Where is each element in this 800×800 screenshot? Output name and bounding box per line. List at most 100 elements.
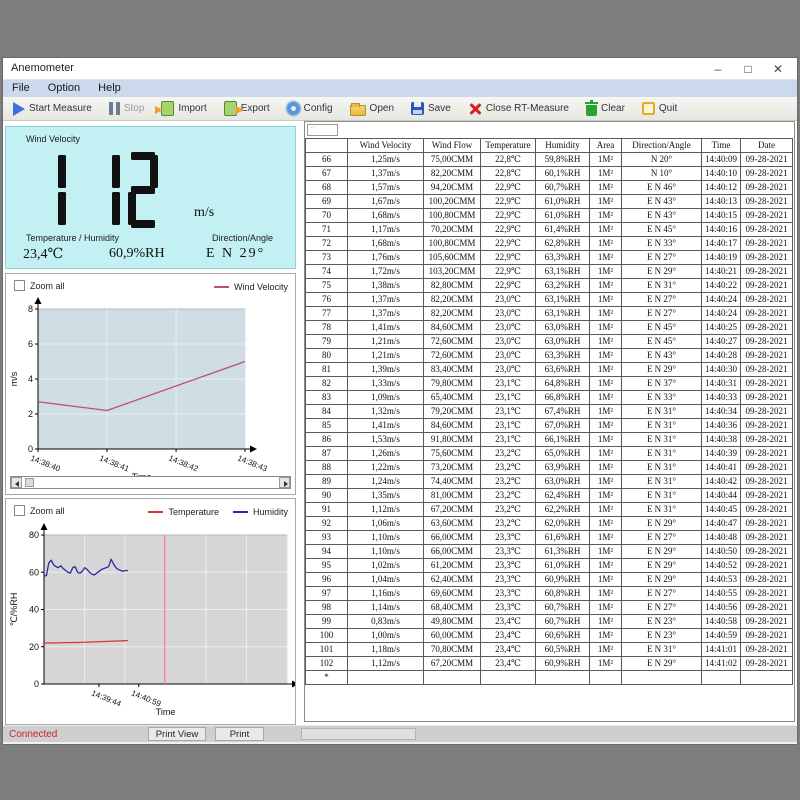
- data-cell: 09-28-2021: [741, 307, 793, 321]
- print-view-button[interactable]: Print View: [148, 727, 206, 741]
- data-cell: E N 29°: [622, 559, 702, 573]
- data-cell: 1M²: [590, 363, 622, 377]
- column-header-area[interactable]: Area: [590, 139, 622, 153]
- toolbar-button-stop[interactable]: Stop: [107, 99, 147, 119]
- row-number-cell: 82: [306, 377, 348, 391]
- pause-icon: [109, 102, 113, 115]
- client-area: Wind Velocity m/s Temperature / Humidity…: [3, 121, 797, 727]
- data-cell: 61,0%RH: [536, 559, 590, 573]
- svg-text:m/s: m/s: [9, 371, 19, 386]
- table-row: 921,06m/s63,60CMM23,2℃62,0%RH1M²E N 29°1…: [306, 517, 793, 531]
- toolbar-button-quit[interactable]: Quit: [640, 99, 679, 119]
- empty-cell: [590, 671, 622, 685]
- data-cell: 1,26m/s: [348, 447, 424, 461]
- data-cell: 09-28-2021: [741, 195, 793, 209]
- table-row: 881,22m/s73,20CMM23,2℃63,9%RH1M²E N 31°1…: [306, 461, 793, 475]
- data-cell: 1,21m/s: [348, 349, 424, 363]
- column-header-date[interactable]: Date: [741, 139, 793, 153]
- data-cell: 23,0℃: [481, 363, 536, 377]
- maximize-button[interactable]: □: [733, 58, 763, 80]
- data-cell: 09-28-2021: [741, 545, 793, 559]
- data-cell: E N 31°: [622, 419, 702, 433]
- data-cell: 74,40CMM: [424, 475, 481, 489]
- data-cell: 59,8%RH: [536, 153, 590, 167]
- svg-text:4: 4: [28, 374, 33, 384]
- data-cell: 1,25m/s: [348, 153, 424, 167]
- menu-item-help[interactable]: Help: [89, 80, 130, 97]
- data-cell: E N 45°: [622, 321, 702, 335]
- svg-text:14:38:40: 14:38:40: [29, 454, 62, 474]
- quit-icon: [642, 102, 655, 115]
- data-cell: 1,38m/s: [348, 279, 424, 293]
- data-cell: 22,9℃: [481, 265, 536, 279]
- menu-item-file[interactable]: File: [3, 80, 39, 97]
- column-header-wind-velocity[interactable]: Wind Velocity: [348, 139, 424, 153]
- lcd-temperature-value: 23,4℃: [23, 246, 63, 263]
- toolbar-button-save[interactable]: Save: [409, 99, 453, 119]
- chart-horizontal-scrollbar[interactable]: [10, 476, 291, 489]
- print-button[interactable]: Print: [215, 727, 264, 741]
- data-cell: 1M²: [590, 601, 622, 615]
- data-cell: 1,76m/s: [348, 251, 424, 265]
- data-cell: E N 46°: [622, 181, 702, 195]
- data-cell: 14:40:22: [702, 279, 741, 293]
- close-button[interactable]: ✕: [763, 58, 793, 80]
- scroll-right-button[interactable]: [279, 477, 290, 488]
- data-cell: 1M²: [590, 265, 622, 279]
- scrollbar-thumb[interactable]: [25, 478, 34, 487]
- data-cell: 66,1%RH: [536, 433, 590, 447]
- data-cell: 1,09m/s: [348, 391, 424, 405]
- data-cell: 75,00CMM: [424, 153, 481, 167]
- row-number-cell: 96: [306, 573, 348, 587]
- scroll-left-button[interactable]: [11, 477, 22, 488]
- toolbar-button-import[interactable]: Import: [159, 99, 208, 119]
- data-cell: 23,2℃: [481, 517, 536, 531]
- column-header-humidity[interactable]: Humidity: [536, 139, 590, 153]
- toolbar-button-close-rt-measure[interactable]: Close RT-Measure: [466, 99, 571, 119]
- toolbar-button-label: Quit: [659, 103, 677, 114]
- toolbar-button-start-measure[interactable]: Start Measure: [11, 99, 94, 119]
- menu-bar: FileOptionHelp: [3, 80, 797, 97]
- data-cell: 14:40:27: [702, 335, 741, 349]
- window-controls: –□✕: [703, 58, 793, 80]
- data-cell: 09-28-2021: [741, 419, 793, 433]
- data-cell: 1,10m/s: [348, 545, 424, 559]
- toolbar-button-label: Stop: [124, 103, 145, 114]
- data-cell: 14:40:47: [702, 517, 741, 531]
- data-cell: E N 29°: [622, 657, 702, 671]
- data-cell: 61,4%RH: [536, 223, 590, 237]
- toolbar-button-open[interactable]: Open: [348, 99, 396, 119]
- data-cell: E N 23°: [622, 629, 702, 643]
- data-cell: 09-28-2021: [741, 559, 793, 573]
- data-cell: 1M²: [590, 489, 622, 503]
- table-row: 681,57m/s94,20CMM22,9℃60,7%RH1M²E N 46°1…: [306, 181, 793, 195]
- data-cell: 23,2℃: [481, 461, 536, 475]
- minimize-button[interactable]: –: [703, 58, 733, 80]
- data-cell: 1,02m/s: [348, 559, 424, 573]
- toolbar-button-export[interactable]: Export: [222, 99, 272, 119]
- column-header-temperature[interactable]: Temperature: [481, 139, 536, 153]
- data-cell: 09-28-2021: [741, 615, 793, 629]
- menu-item-option[interactable]: Option: [39, 80, 89, 97]
- data-cell: 67,4%RH: [536, 405, 590, 419]
- row-number-cell: 75: [306, 279, 348, 293]
- table-row: 701,68m/s100,80CMM22,9℃61,0%RH1M²E N 43°…: [306, 209, 793, 223]
- row-number-cell: 86: [306, 433, 348, 447]
- data-cell: 62,2%RH: [536, 503, 590, 517]
- data-cell: 14:40:15: [702, 209, 741, 223]
- column-header-time[interactable]: Time: [702, 139, 741, 153]
- column-header-direction-angle[interactable]: Direction/Angle: [622, 139, 702, 153]
- data-cell: 23,2℃: [481, 489, 536, 503]
- column-header-wind-flow[interactable]: Wind Flow: [424, 139, 481, 153]
- data-cell: 14:40:48: [702, 531, 741, 545]
- toolbar-button-config[interactable]: Config: [285, 99, 335, 119]
- data-cell: 1M²: [590, 615, 622, 629]
- data-cell: E N 31°: [622, 279, 702, 293]
- toolbar-button-clear[interactable]: Clear: [584, 99, 627, 119]
- data-cell: E N 23°: [622, 615, 702, 629]
- data-cell: 105,60CMM: [424, 251, 481, 265]
- data-cell: 100,80CMM: [424, 237, 481, 251]
- data-cell: 83,40CMM: [424, 363, 481, 377]
- data-cell: 63,1%RH: [536, 307, 590, 321]
- table-row: 990,83m/s49,80CMM23,4℃60,7%RH1M²E N 23°1…: [306, 615, 793, 629]
